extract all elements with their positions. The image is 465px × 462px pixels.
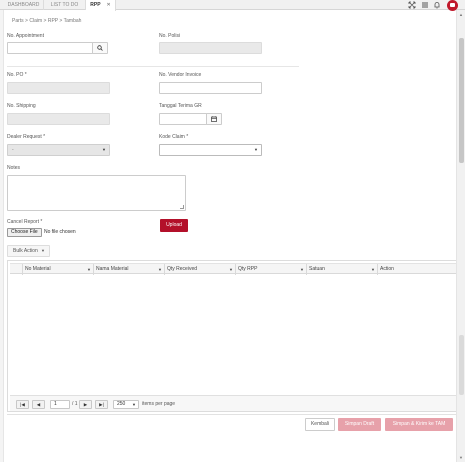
notes-textarea[interactable] xyxy=(7,175,186,211)
notes-label: Notes xyxy=(7,165,21,171)
no-po-label: No. PO * xyxy=(7,72,27,78)
page-number-input[interactable]: 1 xyxy=(50,400,70,409)
last-page-button[interactable]: ▶| xyxy=(95,400,108,409)
column-satuan-label: Satuan xyxy=(309,266,325,272)
scroll-up-icon[interactable]: ▲ xyxy=(457,12,465,17)
page-size-select[interactable]: 250 ▼ xyxy=(113,400,139,409)
no-polisi-field xyxy=(159,42,262,54)
kode-claim-select[interactable]: ▼ xyxy=(159,144,262,156)
items-per-page-text: items per page xyxy=(142,401,176,407)
divider xyxy=(7,66,299,67)
no-vendor-invoice-input[interactable] xyxy=(159,82,262,94)
close-icon[interactable]: ✕ xyxy=(107,2,111,8)
tab-rpp[interactable]: RPP ✕ xyxy=(86,0,116,11)
column-nama-material-label: Nama Material xyxy=(96,266,129,272)
chevron-down-icon: ▼ xyxy=(254,147,258,152)
no-vendor-invoice-label: No. Vendor Invoice xyxy=(159,72,202,78)
tab-dashboard[interactable]: DASHBOARD xyxy=(4,0,44,10)
tab-bar: DASHBOARD LIST TO DO RPP ✕ xyxy=(0,0,465,11)
next-page-button[interactable]: ▶ xyxy=(79,400,92,409)
column-action-label: Action xyxy=(380,266,394,272)
page-scrollbar[interactable]: ▲ ▼ xyxy=(456,10,465,462)
chevron-down-icon: ▼ xyxy=(132,402,136,407)
simpan-draft-button[interactable]: Simpan Draft xyxy=(338,418,381,431)
calendar-icon xyxy=(211,116,217,122)
column-qty-received-label: Qty Received xyxy=(167,266,198,272)
no-appointment-input[interactable] xyxy=(7,42,93,54)
column-no-material-label: No Material xyxy=(25,266,51,272)
scroll-down-icon[interactable]: ▼ xyxy=(457,455,465,460)
kembali-button[interactable]: Kembali xyxy=(305,418,335,431)
column-qty-rpp-label: Qty RPP xyxy=(238,266,258,272)
grid-body xyxy=(10,274,456,394)
chevron-down-icon: ▼ xyxy=(41,248,45,253)
breadcrumb: Parts > Claim > RPP > Tambah xyxy=(12,18,82,24)
kode-claim-label: Kode Claim * xyxy=(159,134,189,140)
no-polisi-label: No. Polisi xyxy=(159,33,181,39)
upload-button[interactable]: Upload xyxy=(160,219,188,232)
bulk-action-dropdown[interactable]: Bulk Action ▼ xyxy=(7,245,50,257)
tab-list-to-do[interactable]: LIST TO DO xyxy=(44,0,86,10)
page-count-text: / 1 xyxy=(72,401,78,407)
bell-icon[interactable] xyxy=(433,1,441,9)
page-size-value: 250 xyxy=(117,401,126,407)
search-icon xyxy=(97,45,103,51)
choose-file-button[interactable]: Choose File xyxy=(7,228,42,237)
tanggal-terima-gr-input[interactable] xyxy=(159,113,207,125)
no-appointment-label: No. Appointment xyxy=(7,33,44,39)
cancel-report-label: Cancel Report * xyxy=(7,219,43,225)
grid-pager: |◀ ◀ 1 / 1 ▶ ▶| 250 ▼ items per page xyxy=(10,395,456,411)
no-shipping-label: No. Shipping xyxy=(7,103,36,109)
no-shipping-field xyxy=(7,113,110,125)
bulk-action-label: Bulk Action xyxy=(13,248,38,254)
no-file-text: No file chosen xyxy=(44,229,76,235)
scrollbar-thumb[interactable] xyxy=(459,38,464,163)
tab-rpp-label: RPP xyxy=(90,2,101,8)
simpan-kirim-button[interactable]: Simpan & Kirim ke TAM xyxy=(385,418,453,431)
no-po-field xyxy=(7,82,110,94)
first-page-button[interactable]: |◀ xyxy=(16,400,29,409)
scrollbar-track-segment xyxy=(459,335,464,395)
footer-divider xyxy=(7,414,457,415)
left-edge xyxy=(0,10,4,462)
menu-icon[interactable] xyxy=(421,1,429,9)
search-button[interactable] xyxy=(92,42,108,54)
dealer-request-value: - xyxy=(12,147,14,153)
prev-page-button[interactable]: ◀ xyxy=(32,400,45,409)
dealer-request-label: Dealer Request * xyxy=(7,134,46,140)
tanggal-terima-gr-label: Tanggal Terima GR xyxy=(159,103,202,109)
grid-header: No Material ▼ Nama Material ▼ Qty Received… xyxy=(10,263,456,275)
chevron-down-icon: ▼ xyxy=(102,147,106,152)
expand-icon[interactable] xyxy=(408,1,416,9)
dealer-request-select: - ▼ xyxy=(7,144,110,156)
calendar-button[interactable] xyxy=(206,113,222,125)
